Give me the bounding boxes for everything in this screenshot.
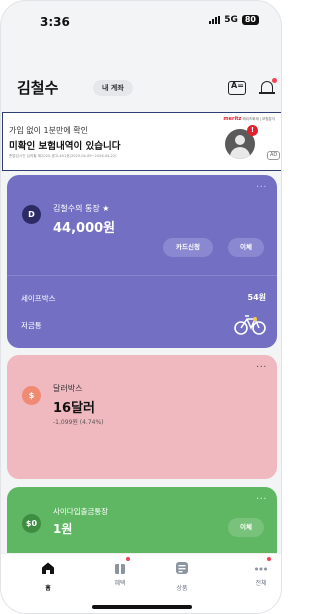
signal-icon — [209, 16, 221, 24]
my-account-button[interactable]: 내 계좌 — [93, 80, 133, 96]
account-name: 사이다입출금통장 — [53, 507, 109, 516]
nav-label: 홈 — [45, 585, 51, 592]
account-name: 김철수의 통장 ★ — [53, 204, 110, 213]
phone-screen: 3:36 5G 80 김철수 내 계좌 meritz 메리츠화재 | 보험분석 … — [0, 0, 282, 614]
ad-badge: AD — [267, 151, 281, 160]
notification-dot — [272, 78, 277, 83]
notification-dot — [126, 557, 130, 561]
ad-brand: meritz 메리츠화재 | 보험분석 — [223, 116, 275, 122]
status-bar: 3:36 5G 80 — [1, 1, 281, 41]
piggy-bank-label[interactable]: 저금통 — [21, 320, 42, 331]
card-apply-button[interactable]: 카드신청 — [163, 238, 213, 257]
bell-icon[interactable] — [259, 78, 277, 97]
account-name: 달러박스 — [53, 384, 83, 393]
nav-all[interactable]: 전체 — [236, 557, 281, 587]
nav-product[interactable]: 상품 — [157, 560, 207, 592]
account-balance: 1원 — [53, 522, 73, 536]
divider — [7, 275, 277, 276]
nav-benefit[interactable]: 혜택 — [95, 557, 145, 587]
home-icon — [42, 562, 54, 574]
status-time: 3:36 — [40, 15, 70, 29]
ad-disclaimer: 준법감시인 심의필 제2025-광고-451호(2025.04.09~2026.… — [9, 154, 117, 158]
nav-label: 혜택 — [114, 580, 126, 587]
id-card-icon[interactable] — [228, 81, 246, 95]
notification-dot — [267, 557, 271, 561]
nav-label: 전체 — [255, 580, 267, 587]
alert-icon: ! — [247, 125, 258, 136]
safebox-label[interactable]: 세이프박스 — [21, 293, 56, 304]
safebox-value: 54원 — [247, 293, 267, 302]
main-account-card[interactable]: ··· D 김철수의 통장 ★ 44,000원 카드신청 이체 세이프박스 54… — [7, 175, 277, 348]
header: 김철수 내 계좌 — [1, 77, 281, 101]
more-icon[interactable]: ··· — [256, 182, 267, 193]
product-icon — [176, 562, 188, 574]
page-title: 김철수 — [17, 79, 59, 97]
ad-headline: 미확인 보험내역이 있습니다 — [9, 141, 121, 152]
ad-line1: 가입 없이 1분만에 확인 — [9, 126, 88, 135]
benefit-icon — [113, 557, 130, 574]
home-indicator[interactable] — [92, 605, 192, 609]
bicycle-icon — [234, 315, 266, 335]
more-icon[interactable]: ··· — [256, 494, 267, 505]
account-balance: 16달러 — [53, 401, 96, 416]
dollar-icon: $ — [22, 386, 41, 405]
account-balance: 44,000원 — [53, 221, 116, 236]
account-icon: $0 — [22, 514, 41, 533]
transfer-button[interactable]: 이체 — [228, 518, 264, 537]
battery-icon: 80 — [241, 15, 259, 25]
ad-banner[interactable]: meritz 메리츠화재 | 보험분석 가입 없이 1분만에 확인 미확인 보험… — [2, 112, 281, 171]
network-label: 5G — [224, 15, 238, 25]
account-icon: D — [22, 205, 41, 224]
account-change: -1,099원 (4.74%) — [53, 419, 104, 426]
dollar-box-card[interactable]: ··· $ 달러박스 16달러 -1,099원 (4.74%) — [7, 355, 277, 479]
status-indicators: 5G 80 — [209, 15, 259, 25]
transfer-button[interactable]: 이체 — [228, 238, 264, 257]
nav-home[interactable]: 홈 — [23, 560, 73, 592]
more-icon[interactable]: ··· — [256, 362, 267, 373]
nav-label: 상품 — [176, 585, 188, 592]
all-icon — [254, 557, 271, 574]
deposit-account-card[interactable]: ··· $0 사이다입출금통장 1원 이체 — [7, 487, 277, 555]
